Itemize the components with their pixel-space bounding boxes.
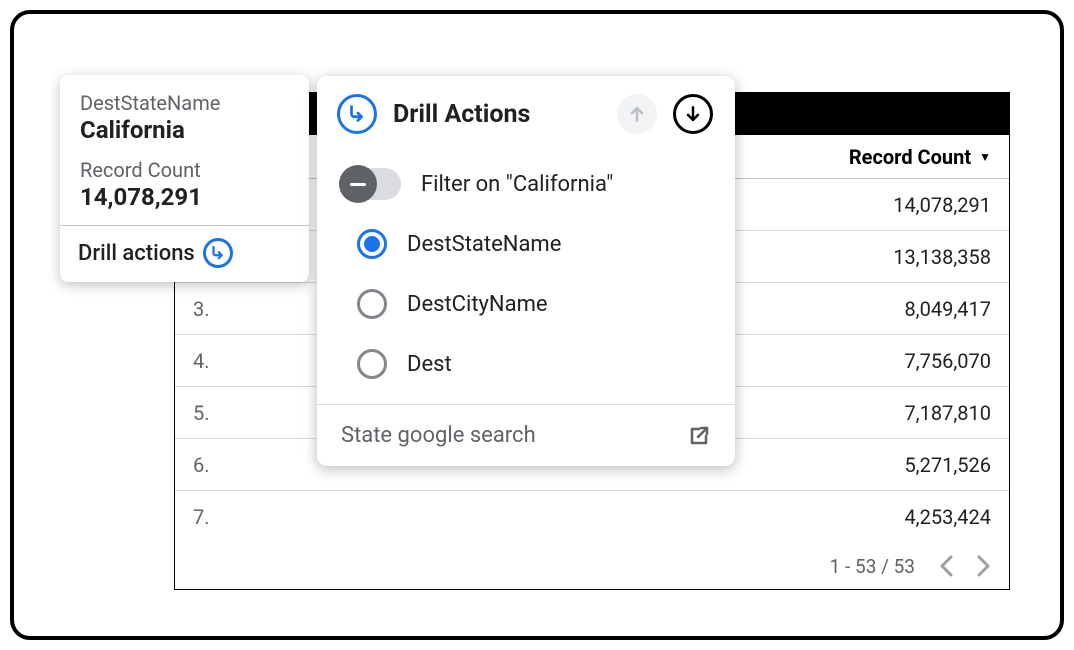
filter-toggle-row[interactable]: Filter on "California": [317, 154, 735, 214]
row-value: 14,078,291: [893, 193, 991, 217]
open-in-new-icon: [687, 424, 711, 448]
drill-option-label: Dest: [407, 352, 452, 377]
drill-down-button[interactable]: [673, 94, 713, 134]
arrow-up-icon: [627, 104, 647, 124]
row-index: 3.: [193, 297, 233, 321]
next-page-button[interactable]: [977, 555, 991, 577]
drill-actions-panel: Drill Actions Filter on "California": [317, 76, 735, 466]
chevron-left-icon: [939, 555, 953, 577]
row-value: 4,253,424: [904, 505, 991, 529]
tooltip-card: DestStateName California Record Count 14…: [60, 75, 309, 282]
tooltip-field-label: Record Count: [80, 158, 289, 182]
drill-up-button[interactable]: [617, 94, 657, 134]
chevron-right-icon: [977, 555, 991, 577]
drill-option[interactable]: Dest: [317, 334, 735, 394]
drill-option-label: DestCityName: [407, 292, 548, 317]
radio-unselected-icon: [357, 349, 387, 379]
drill-option[interactable]: DestCityName: [317, 274, 735, 334]
drill-arrow-icon: [203, 238, 233, 268]
row-index: 6.: [193, 453, 233, 477]
row-index: 5.: [193, 401, 233, 425]
external-search-label: State google search: [341, 423, 536, 448]
row-index: 7.: [193, 505, 233, 529]
row-value: 7,187,810: [904, 401, 991, 425]
drill-actions-label: Drill actions: [78, 241, 195, 266]
radio-unselected-icon: [357, 289, 387, 319]
row-value: 5,271,526: [904, 453, 991, 477]
table-row[interactable]: 7. 4,253,424: [175, 491, 1009, 543]
tooltip-field-value: California: [80, 116, 289, 144]
table-footer: 1 - 53 / 53: [175, 543, 1009, 589]
row-value: 7,756,070: [904, 349, 991, 373]
column-header-label: Record Count: [849, 145, 971, 169]
row-value: 13,138,358: [893, 245, 991, 269]
drill-option-label: DestStateName: [407, 232, 561, 257]
radio-selected-icon: [357, 229, 387, 259]
column-header-record-count[interactable]: Record Count ▼: [849, 145, 991, 169]
sort-caret-icon: ▼: [979, 150, 991, 164]
filter-toggle[interactable]: [341, 168, 401, 200]
drill-panel-title: Drill Actions: [393, 100, 530, 129]
arrow-down-icon: [683, 104, 703, 124]
tooltip-field-value: 14,078,291: [80, 183, 289, 211]
drill-actions-button[interactable]: Drill actions: [60, 226, 309, 282]
tooltip-field-label: DestStateName: [80, 91, 289, 115]
drill-option[interactable]: DestStateName: [317, 214, 735, 274]
pagination-label: 1 - 53 / 53: [830, 555, 915, 578]
row-index: 4.: [193, 349, 233, 373]
toggle-knob-icon: [339, 165, 377, 203]
row-value: 8,049,417: [904, 297, 991, 321]
external-search-link[interactable]: State google search: [317, 404, 735, 466]
app-frame: Record Count ▼ 1. 14,078,291 2. 13,138,3…: [10, 10, 1064, 640]
filter-toggle-label: Filter on "California": [421, 172, 613, 197]
drill-panel-header: Drill Actions: [317, 76, 735, 152]
drill-arrow-icon: [337, 94, 377, 134]
prev-page-button[interactable]: [939, 555, 953, 577]
